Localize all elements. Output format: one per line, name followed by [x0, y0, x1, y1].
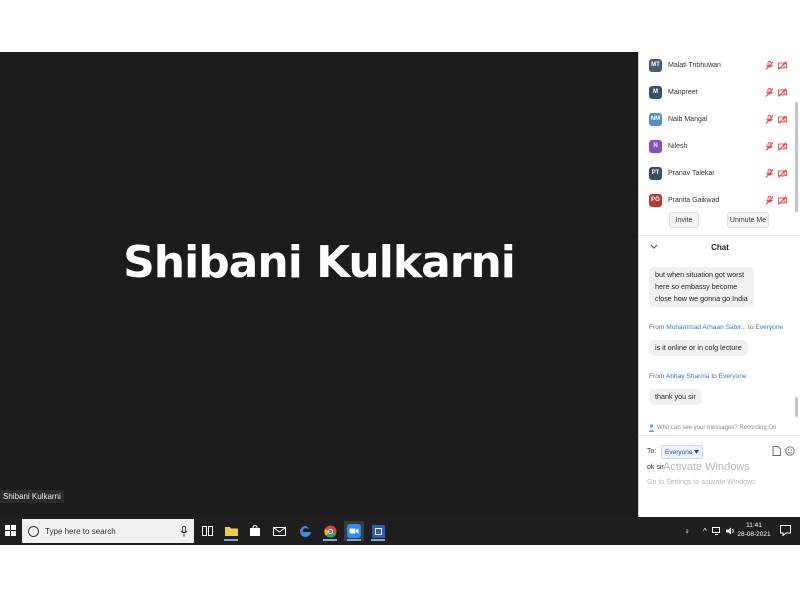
zoom-icon[interactable] — [344, 521, 364, 541]
side-panel: MT Malati Tribhuwan M Manpreet NM Naib Mangal… — [638, 52, 800, 517]
sender-name[interactable]: Mohammad Arhaan Sabir... — [666, 324, 746, 331]
edge-icon[interactable] — [295, 521, 315, 541]
screen: Shibani Kulkarni Shibani Kulkarni MT Mala… — [0, 52, 800, 545]
video-off-icon[interactable] — [778, 168, 787, 178]
video-name-tag: Shibani Kulkarni — [0, 490, 64, 503]
chat-message-bubble: is it online or in colg lecture — [649, 340, 748, 356]
video-off-icon[interactable] — [778, 87, 787, 97]
video-area[interactable]: Shibani Kulkarni Shibani Kulkarni — [0, 52, 638, 517]
unmute-me-button[interactable]: Unmute Me — [727, 212, 769, 228]
chat-message-line: close how we gonna go India — [655, 294, 748, 303]
chat-header: Chat — [639, 235, 800, 258]
person-icon — [648, 424, 655, 432]
recipient-select[interactable]: Everyone — [661, 445, 704, 459]
invite-button[interactable]: Invite — [669, 212, 699, 228]
chat-sender-line: From Mohammad Arhaan Sabir... to Everyon… — [649, 324, 783, 331]
chat-message-bubble: but when situation got worst here so emb… — [649, 267, 754, 307]
file-explorer-icon[interactable] — [221, 521, 241, 541]
recipient-select-value: Everyone — [665, 448, 693, 456]
participant-row[interactable]: N Nilesh — [639, 133, 789, 159]
to-label: To: — [647, 448, 657, 455]
participant-row[interactable]: PG Pranita Gaikwad — [639, 187, 789, 213]
system-tray: ♀ — [684, 517, 690, 545]
word-icon[interactable] — [368, 521, 388, 541]
clock-time: 11:41 — [746, 522, 762, 529]
network-icon[interactable] — [711, 527, 722, 535]
participant-name: Pranav Talekar — [668, 169, 715, 177]
video-off-icon[interactable] — [778, 114, 787, 124]
avatar: PT — [649, 166, 662, 180]
mail-icon[interactable] — [269, 521, 289, 541]
chat-sender-line: From Abhay Sharma to Everyone — [649, 373, 747, 380]
from-label: From — [649, 324, 665, 331]
mic-muted-icon[interactable] — [765, 168, 774, 178]
participant-row[interactable]: M Manpreet — [639, 79, 789, 105]
avatar: MT — [649, 58, 662, 72]
from-label: From — [649, 373, 665, 380]
chevron-down-icon — [694, 450, 700, 454]
emoji-icon[interactable] — [785, 446, 795, 456]
cortana-icon — [28, 525, 39, 537]
system-tray-icons: ^ — [703, 517, 736, 545]
video-off-icon[interactable] — [778, 195, 787, 205]
mic-muted-icon[interactable] — [765, 114, 774, 124]
file-icon[interactable] — [772, 446, 781, 456]
divider — [639, 435, 800, 436]
people-icon[interactable]: ♀ — [684, 527, 690, 536]
mic-muted-icon[interactable] — [765, 60, 774, 70]
chrome-icon[interactable] — [320, 521, 340, 541]
recipient-name[interactable]: Everyone — [755, 324, 783, 331]
taskbar: Type here to search ♀ ^ 11:41 28-08-2021 — [0, 517, 800, 545]
recipient-name[interactable]: Everyone — [719, 373, 747, 380]
activate-windows-watermark: Activate Windows — [663, 461, 750, 473]
taskbar-search[interactable]: Type here to search — [22, 519, 194, 543]
participant-row[interactable]: PT Pranav Talekar — [639, 160, 789, 186]
task-view-icon[interactable] — [197, 521, 217, 541]
to-word: to — [711, 373, 717, 380]
search-placeholder: Type here to search — [45, 526, 116, 536]
mic-muted-icon[interactable] — [765, 87, 774, 97]
taskbar-clock[interactable]: 11:41 28-08-2021 — [734, 521, 774, 539]
clock-date: 28-08-2021 — [737, 531, 771, 538]
chat-message-line: but when situation got worst — [655, 270, 745, 279]
chat-message-bubble: thank you sir — [649, 389, 702, 405]
privacy-note[interactable]: Who can see your messages? Recording On — [657, 425, 776, 431]
participant-name: Naib Mangal — [668, 115, 708, 123]
participant-name: Nilesh — [668, 142, 688, 150]
participant-name: Malati Tribhuwan — [668, 61, 721, 69]
avatar: N — [649, 139, 662, 153]
notifications-icon[interactable] — [780, 525, 791, 536]
chat-message-line: here so embassy become — [655, 282, 738, 291]
participant-name: Manpreet — [668, 88, 698, 96]
microphone-icon[interactable] — [180, 525, 188, 537]
mic-muted-icon[interactable] — [765, 141, 774, 151]
sender-name[interactable]: Abhay Sharma — [666, 373, 710, 380]
chat-input[interactable]: ok sir — [647, 464, 664, 471]
participant-name: Pranita Gaikwad — [668, 196, 720, 204]
avatar: M — [649, 85, 662, 99]
video-off-icon[interactable] — [778, 60, 787, 70]
avatar: PG — [649, 193, 662, 207]
participants-scrollbar[interactable] — [795, 102, 798, 212]
to-word: to — [747, 324, 754, 331]
chevron-up-icon[interactable]: ^ — [703, 527, 707, 536]
activate-windows-subtext: Go to Settings to activate Windows. — [647, 479, 758, 486]
participant-row[interactable]: MT Malati Tribhuwan — [639, 52, 789, 78]
chat-scrollbar[interactable] — [795, 397, 798, 417]
store-icon[interactable] — [245, 521, 265, 541]
participant-row[interactable]: NM Naib Mangal — [639, 106, 789, 132]
chat-title: Chat — [711, 242, 729, 252]
avatar: NM — [649, 112, 662, 126]
mic-muted-icon[interactable] — [765, 195, 774, 205]
windows-start-icon[interactable] — [5, 525, 16, 536]
active-speaker-name: Shibani Kulkarni — [123, 237, 516, 288]
video-off-icon[interactable] — [778, 141, 787, 151]
